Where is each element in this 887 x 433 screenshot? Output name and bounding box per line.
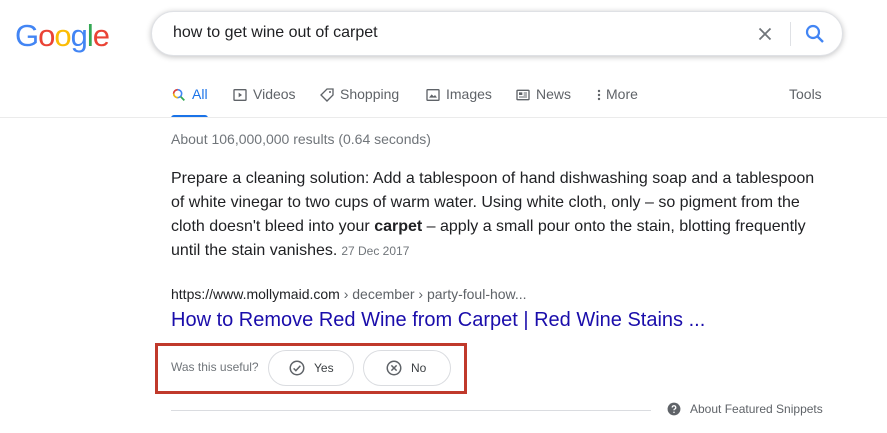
video-icon [233,89,247,101]
search-icon [805,24,824,43]
news-icon [516,89,530,101]
feedback-yes-button[interactable]: Yes [268,350,354,386]
search-button[interactable] [803,22,827,46]
search-input[interactable]: how to get wine out of carpet [173,24,378,42]
search-tabs: All Videos Shopping Images News More Too… [0,86,887,118]
tab-images[interactable]: Images [425,86,492,118]
snippet-footer-divider [171,410,651,411]
more-vert-icon [597,89,601,101]
logo-letter: G [15,18,39,53]
result-breadcrumbs: › december › party-foul-how... [339,286,527,302]
feedback-yes-label: Yes [314,361,334,375]
tab-label: Shopping [340,86,400,102]
result-title-link[interactable]: How to Remove Red Wine from Carpet | Red… [171,309,705,332]
about-featured-snippets-label: About Featured Snippets [690,402,823,416]
about-featured-snippets-link[interactable]: About Featured Snippets [667,402,823,416]
close-icon [758,27,772,41]
tabs-divider [0,117,887,118]
logo-letter: o [38,18,55,53]
google-logo[interactable]: Google [15,18,110,54]
check-circle-icon [289,360,305,376]
result-url[interactable]: https://www.mollymaid.com › december › p… [171,286,527,302]
snippet-bold-term: carpet [374,218,423,235]
feedback-no-button[interactable]: No [363,350,451,386]
tab-shopping[interactable]: Shopping [319,86,399,118]
tab-label: Images [446,86,492,102]
search-divider [790,22,791,46]
help-icon [667,402,681,416]
tab-news[interactable]: News [515,86,571,118]
image-icon [426,89,440,101]
tab-label: All [192,86,208,102]
logo-letter: e [92,18,110,53]
tab-more[interactable]: More [594,86,638,118]
feedback-no-label: No [411,361,427,375]
search-icon [172,88,185,101]
logo-letter: o [54,18,71,53]
result-stats: About 106,000,000 results (0.64 seconds) [171,131,431,147]
result-domain: https://www.mollymaid.com [171,286,340,302]
tools-button[interactable]: Tools [789,86,822,102]
tab-videos[interactable]: Videos [232,86,296,118]
logo-letter: g [70,18,88,53]
featured-snippet-text: Prepare a cleaning solution: Add a table… [171,167,831,263]
close-circle-icon [386,360,402,376]
search-box[interactable]: how to get wine out of carpet [151,11,843,56]
feedback-question: Was this useful? [171,360,259,374]
tag-icon [320,88,334,102]
snippet-date: 27 Dec 2017 [341,244,410,258]
clear-search-button[interactable] [754,23,776,45]
tab-all[interactable]: All [171,86,208,118]
tab-label: More [606,86,638,102]
tab-label: Videos [253,86,296,102]
tab-label: News [536,86,572,102]
